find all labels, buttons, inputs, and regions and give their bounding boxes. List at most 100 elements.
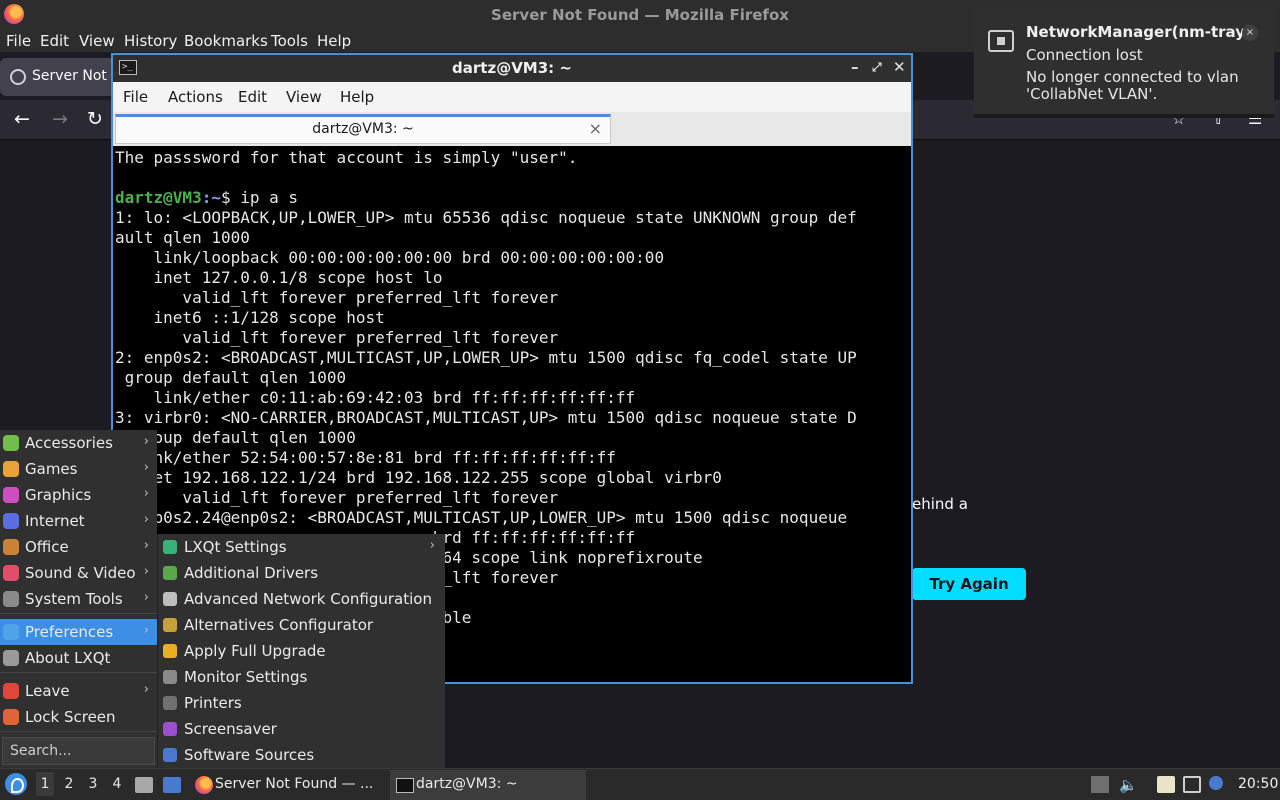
- reload-icon[interactable]: ↻: [87, 108, 103, 130]
- submenu-item-monitor-settings[interactable]: Monitor Settings: [158, 664, 445, 690]
- terminal-output-line: inet 192.168.122.1/24 brd 192.168.122.25…: [115, 468, 722, 487]
- notification-popup[interactable]: NetworkManager(nm-tray) Connection lost …: [974, 6, 1274, 118]
- taskbar-task-firefox[interactable]: Server Not Found — ...: [189, 770, 385, 800]
- submenu-item-alternatives-configurator[interactable]: Alternatives Configurator: [158, 612, 445, 638]
- close-icon[interactable]: ✕: [893, 58, 906, 76]
- clipboard-icon[interactable]: [1157, 776, 1175, 793]
- app-menu-item-leave[interactable]: Leave ›: [0, 678, 157, 704]
- app-menu-item-preferences[interactable]: Preferences ›: [0, 619, 157, 645]
- submenu-item-software-sources[interactable]: Software Sources: [158, 742, 445, 768]
- workspace-1[interactable]: 1: [36, 772, 54, 796]
- app-menu-item-accessories[interactable]: Accessories ›: [0, 430, 157, 456]
- terminal-output-line: valid_lft forever preferred_lft forever: [115, 488, 559, 507]
- minimize-icon[interactable]: –: [851, 58, 859, 76]
- prompt-path: :~: [201, 188, 221, 207]
- firefox-menu-history[interactable]: History: [124, 32, 177, 50]
- notification-app-name: NetworkManager(nm-tray): [1026, 23, 1252, 41]
- file-manager-icon[interactable]: [135, 777, 153, 793]
- software-sources-icon: [163, 748, 177, 762]
- terminal-output-line: 3: virbr0: <NO-CARRIER,BROADCAST,MULTICA…: [115, 408, 857, 427]
- firefox-menu-bookmarks[interactable]: Bookmarks: [184, 32, 268, 50]
- clock[interactable]: 20:50: [1238, 776, 1278, 792]
- screensaver-icon: [163, 722, 177, 736]
- show-desktop-icon[interactable]: [163, 777, 181, 793]
- error-description-text: ehind a: [912, 495, 968, 513]
- taskbar-task-terminal[interactable]: dartz@VM3: ~: [390, 770, 586, 800]
- prompt-command: ip a s: [240, 188, 299, 207]
- chevron-right-icon: ›: [429, 538, 435, 553]
- firefox-menu-help[interactable]: Help: [317, 32, 351, 50]
- monitor-icon: [163, 670, 177, 684]
- app-menu-item-system-tools[interactable]: System Tools ›: [0, 586, 157, 612]
- terminal-menu-edit[interactable]: Edit: [238, 88, 267, 106]
- terminal-menu-file[interactable]: File: [123, 88, 148, 106]
- workspace-3[interactable]: 3: [84, 776, 102, 792]
- app-menu-item-games[interactable]: Games ›: [0, 456, 157, 482]
- start-menu-icon[interactable]: [5, 773, 27, 795]
- leave-icon: [3, 683, 19, 699]
- app-menu-item-label: About LXQt: [25, 649, 111, 667]
- firefox-menu-file[interactable]: File: [6, 32, 31, 50]
- app-menu-item-sound-video[interactable]: Sound & Video ›: [0, 560, 157, 586]
- terminal-line: The passsword for that account is simply…: [115, 148, 578, 167]
- app-menu-search-input[interactable]: [2, 737, 155, 765]
- try-again-button[interactable]: Try Again: [912, 568, 1026, 600]
- taskbar-task-label: dartz@VM3: ~: [416, 776, 518, 792]
- app-menu-item-office[interactable]: Office ›: [0, 534, 157, 560]
- terminal-output-line: valid_lft forever preferred_lft forever: [115, 288, 559, 307]
- chevron-right-icon: ›: [143, 623, 149, 638]
- preferences-icon: [3, 624, 19, 640]
- workspace-4[interactable]: 4: [108, 776, 126, 792]
- lxqt-settings-icon: [163, 540, 177, 554]
- terminal-output-line: 2: enp0s2: <BROADCAST,MULTICAST,UP,LOWER…: [115, 348, 857, 367]
- workspace-2[interactable]: 2: [60, 776, 78, 792]
- network-tray-icon[interactable]: [1183, 776, 1201, 793]
- submenu-item-additional-drivers[interactable]: Additional Drivers: [158, 560, 445, 586]
- menu-divider: [0, 672, 157, 673]
- menu-divider: [0, 731, 157, 732]
- printer-icon: [163, 696, 177, 710]
- notification-body: No longer connected to vlan 'CollabNet V…: [1026, 68, 1239, 103]
- app-menu-item-label: System Tools: [25, 590, 123, 608]
- submenu-item-label: LXQt Settings: [184, 538, 287, 556]
- submenu-item-advanced-network-configuration[interactable]: Advanced Network Configuration: [158, 586, 445, 612]
- submenu-item-screensaver[interactable]: Screensaver: [158, 716, 445, 742]
- firefox-menu-edit[interactable]: Edit: [40, 32, 69, 50]
- maximize-icon[interactable]: ⤢: [872, 60, 882, 75]
- firefox-tab-server-not-found[interactable]: Server Not F: [0, 58, 119, 96]
- forward-arrow-icon[interactable]: →: [52, 108, 68, 130]
- submenu-item-lxqt-settings[interactable]: LXQt Settings ›: [158, 534, 445, 560]
- submenu-item-label: Monitor Settings: [184, 668, 308, 686]
- tab-close-icon[interactable]: ×: [589, 119, 602, 138]
- volume-icon[interactable]: 🔈: [1119, 776, 1138, 794]
- about-icon: [3, 650, 19, 666]
- terminal-window-title: dartz@VM3: ~: [452, 59, 572, 77]
- submenu-item-apply-full-upgrade[interactable]: Apply Full Upgrade: [158, 638, 445, 664]
- tray-up-arrow-icon[interactable]: [1091, 776, 1109, 793]
- terminal-output-line: link/ether c0:11:ab:69:42:03 brd ff:ff:f…: [115, 388, 636, 407]
- terminal-tab[interactable]: dartz@VM3: ~ ×: [115, 114, 611, 144]
- terminal-menu-actions[interactable]: Actions: [168, 88, 223, 106]
- update-notifier-icon[interactable]: [1209, 776, 1223, 790]
- app-menu-item-graphics[interactable]: Graphics ›: [0, 482, 157, 508]
- accessories-icon: [3, 435, 19, 451]
- terminal-titlebar[interactable]: >_ dartz@VM3: ~ – ⤢ ✕: [113, 55, 911, 82]
- terminal-output-line: ault qlen 1000: [115, 228, 250, 247]
- globe-icon: [10, 69, 26, 85]
- app-menu-item-label: Games: [25, 460, 78, 478]
- notification-close-icon[interactable]: ×: [1242, 25, 1258, 41]
- app-menu-item-about-lxqt[interactable]: About LXQt: [0, 645, 157, 671]
- app-menu-item-lock-screen[interactable]: Lock Screen: [0, 704, 157, 730]
- terminal-menu-help[interactable]: Help: [340, 88, 374, 106]
- back-arrow-icon[interactable]: ←: [14, 108, 30, 130]
- terminal-menubar: File Actions Edit View Help: [113, 82, 911, 112]
- submenu-item-printers[interactable]: Printers: [158, 690, 445, 716]
- preferences-submenu: LXQt Settings › Additional Drivers Advanced…: [157, 534, 445, 768]
- firefox-menu-view[interactable]: View: [79, 32, 115, 50]
- firefox-menu-tools[interactable]: Tools: [271, 32, 308, 50]
- menu-divider: [0, 613, 157, 614]
- app-menu-item-internet[interactable]: Internet ›: [0, 508, 157, 534]
- terminal-output-line: group default qlen 1000: [115, 368, 347, 387]
- chevron-right-icon: ›: [143, 512, 149, 527]
- terminal-menu-view[interactable]: View: [286, 88, 322, 106]
